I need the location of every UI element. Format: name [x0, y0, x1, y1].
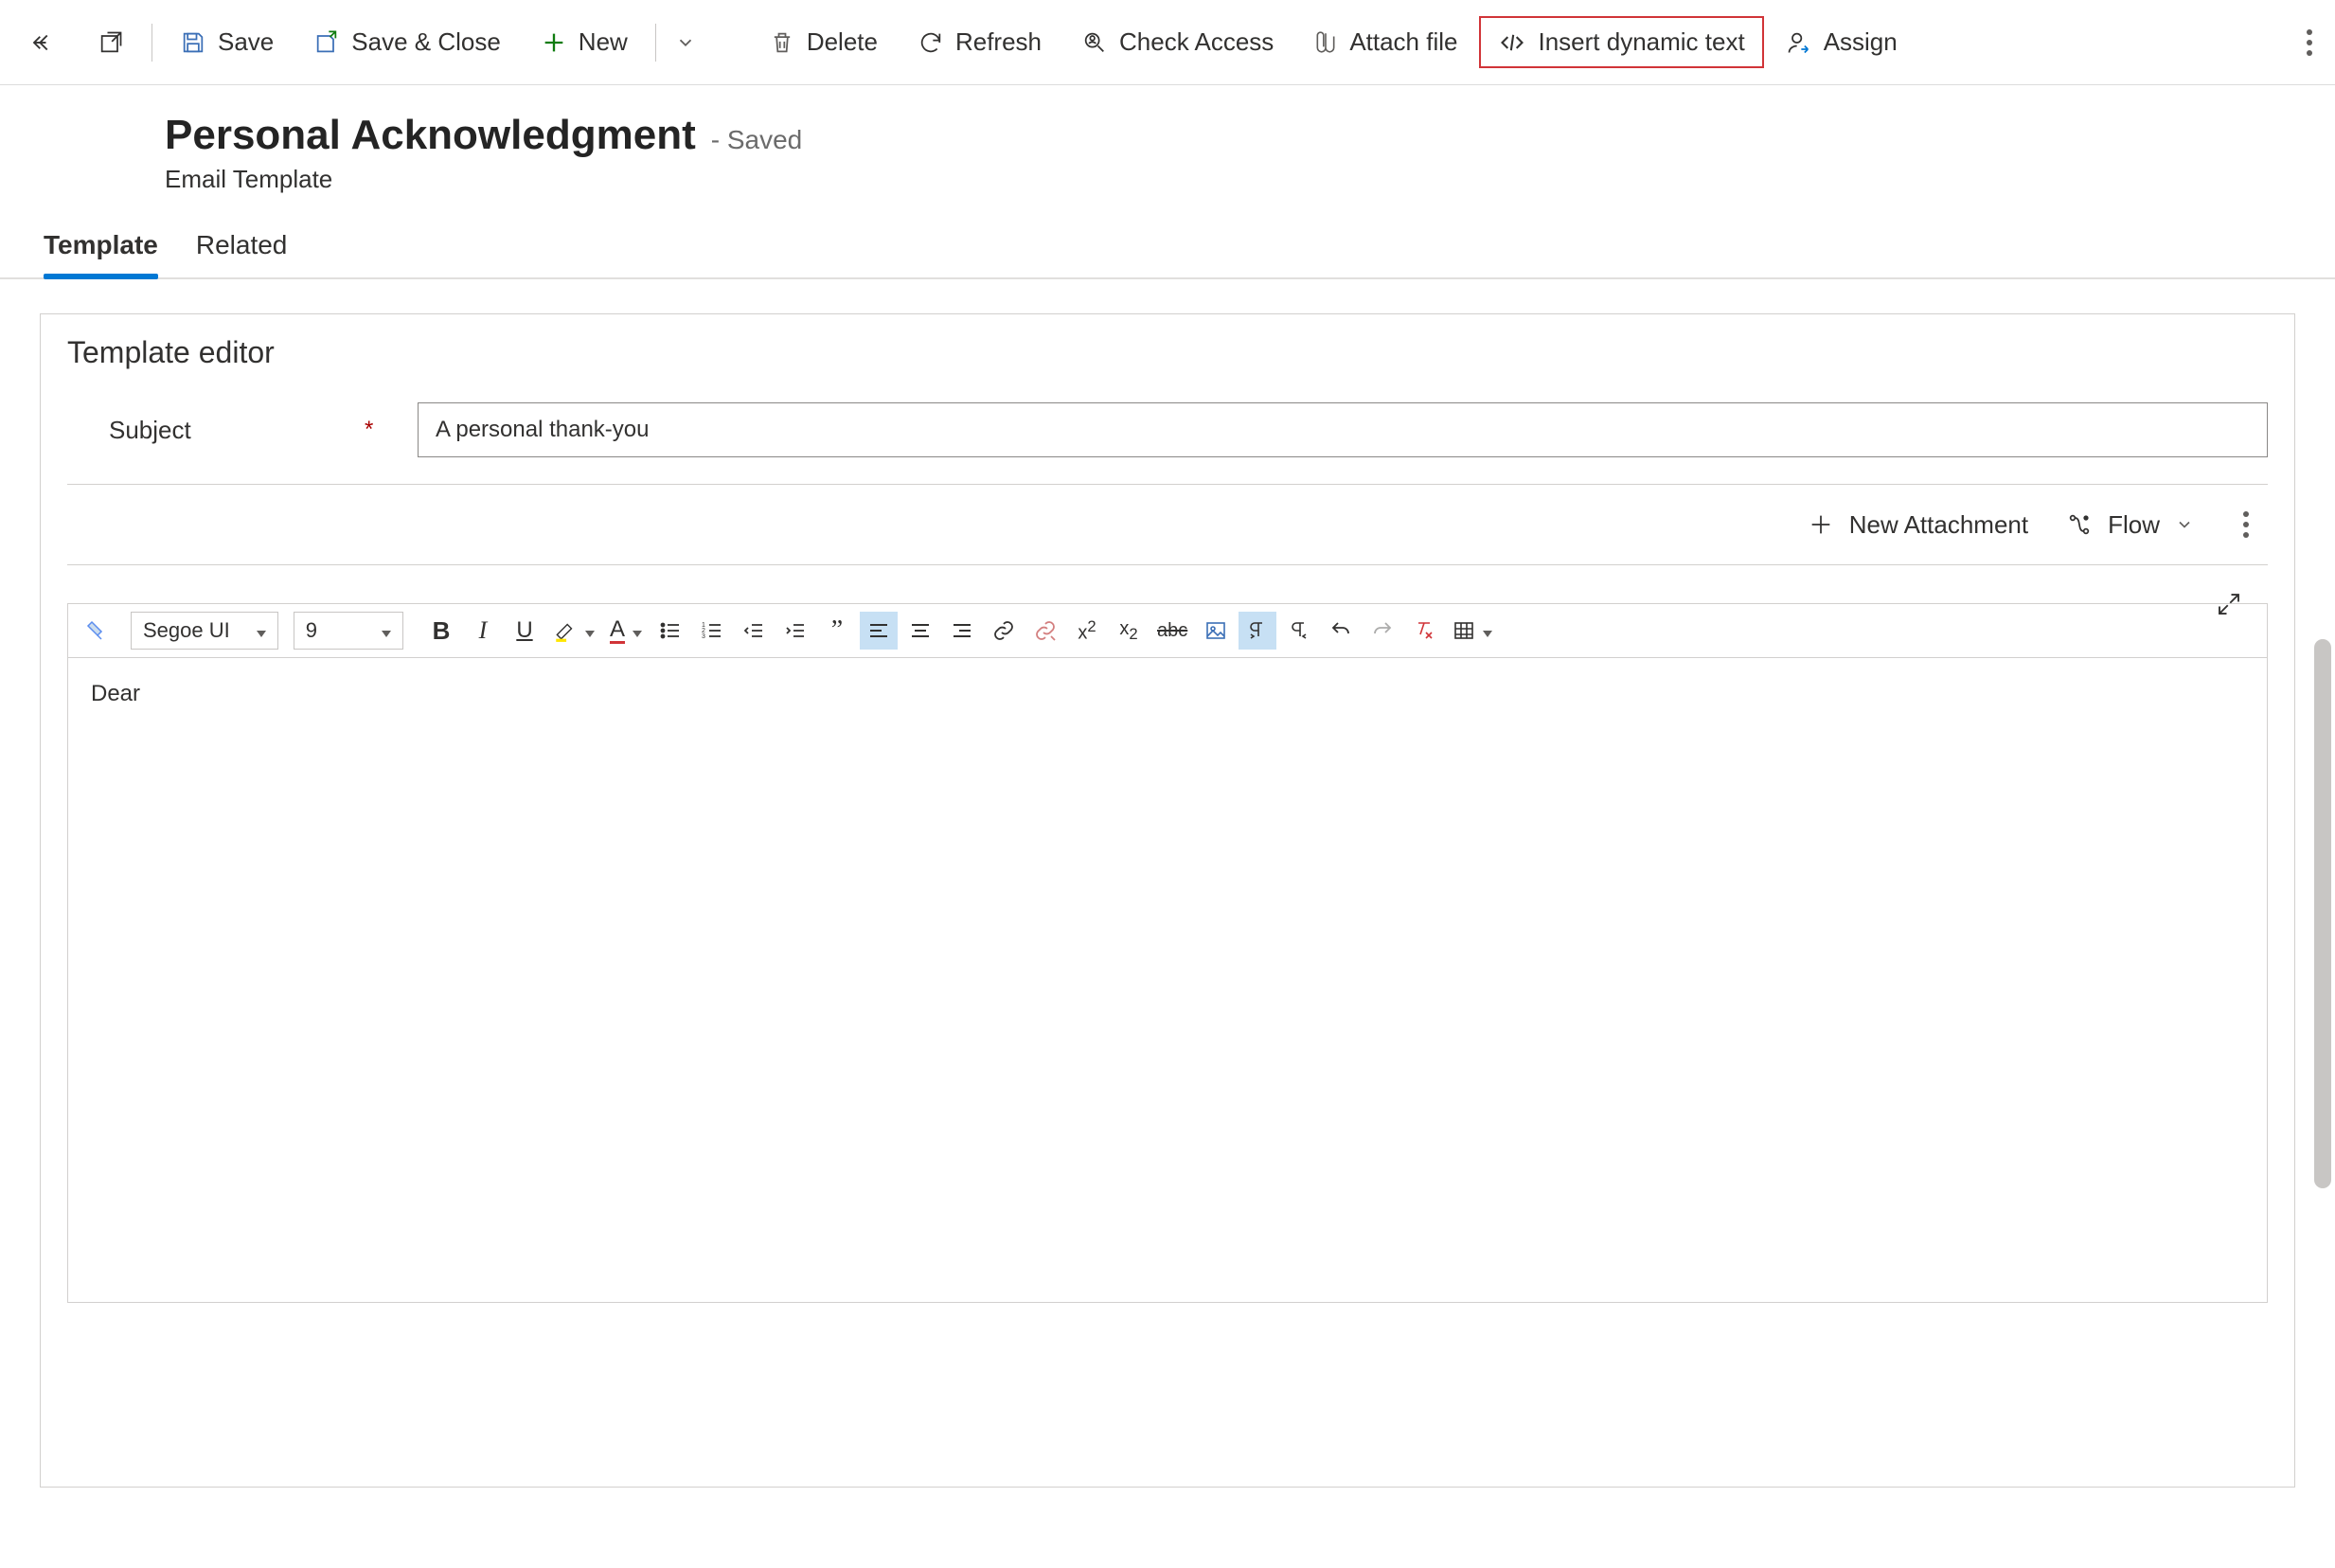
new-attachment-label: New Attachment — [1849, 510, 2028, 540]
code-icon — [1498, 29, 1526, 56]
subject-field-row: Subject * — [67, 393, 2268, 485]
unlink-button[interactable] — [1026, 612, 1064, 650]
back-arrow-icon — [29, 28, 58, 57]
flow-icon — [2066, 511, 2093, 538]
clear-format-button[interactable] — [1405, 612, 1443, 650]
attach-file-button[interactable]: Attach file — [1295, 17, 1475, 67]
assign-label: Assign — [1824, 27, 1898, 57]
new-button[interactable]: New — [523, 17, 646, 67]
save-status: - Saved — [711, 125, 803, 155]
flow-label: Flow — [2108, 510, 2160, 540]
delete-label: Delete — [807, 27, 878, 57]
subject-label: Subject — [109, 416, 346, 445]
delete-button[interactable]: Delete — [751, 17, 896, 67]
font-size-select[interactable]: 9 — [294, 612, 403, 650]
font-color-button[interactable]: A — [604, 612, 648, 650]
template-editor-card: Template editor Subject * New Attachment… — [40, 313, 2295, 1488]
form-body: Template editor Subject * New Attachment… — [0, 279, 2335, 1522]
assign-icon — [1786, 29, 1812, 56]
popout-button[interactable] — [80, 19, 142, 66]
check-access-icon — [1081, 29, 1108, 56]
format-painter-button[interactable] — [78, 612, 116, 650]
new-dropdown[interactable] — [666, 27, 705, 59]
new-attachment-button[interactable]: New Attachment — [1808, 510, 2028, 540]
plus-icon — [1808, 511, 1834, 538]
ltr-button[interactable] — [1239, 612, 1276, 650]
redo-button[interactable] — [1364, 612, 1401, 650]
refresh-label: Refresh — [955, 27, 1042, 57]
required-indicator: * — [365, 417, 399, 443]
editor-wrap: Segoe UI 9 B I U — [67, 565, 2268, 1303]
flow-button[interactable]: Flow — [2066, 510, 2194, 540]
underline-button[interactable]: U — [506, 612, 544, 650]
font-family-value: Segoe UI — [143, 618, 230, 643]
back-button[interactable] — [11, 18, 76, 67]
chevron-down-icon — [249, 618, 266, 643]
tab-template[interactable]: Template — [44, 230, 158, 277]
check-access-button[interactable]: Check Access — [1063, 17, 1292, 67]
save-button[interactable]: Save — [162, 17, 292, 67]
blockquote-button[interactable]: ” — [818, 612, 856, 650]
popout-icon — [98, 29, 124, 56]
number-list-button[interactable]: 123 — [693, 612, 731, 650]
bullet-list-button[interactable] — [651, 612, 689, 650]
save-icon — [180, 29, 206, 56]
entity-type: Email Template — [165, 165, 2291, 194]
align-center-button[interactable] — [901, 612, 939, 650]
align-right-button[interactable] — [943, 612, 981, 650]
image-button[interactable] — [1197, 612, 1235, 650]
attach-file-label: Attach file — [1349, 27, 1457, 57]
align-left-button[interactable] — [860, 612, 898, 650]
save-label: Save — [218, 27, 274, 57]
check-access-label: Check Access — [1119, 27, 1274, 57]
page-header: Personal Acknowledgment - Saved Email Te… — [0, 85, 2335, 202]
rtl-button[interactable] — [1280, 612, 1318, 650]
indent-button[interactable] — [776, 612, 814, 650]
save-close-button[interactable]: Save & Close — [295, 17, 519, 67]
undo-button[interactable] — [1322, 612, 1360, 650]
attachment-bar: New Attachment Flow — [67, 485, 2268, 565]
link-button[interactable] — [985, 612, 1023, 650]
font-size-value: 9 — [306, 618, 317, 643]
overflow-menu[interactable] — [2295, 24, 2324, 62]
table-button[interactable] — [1447, 612, 1498, 650]
attachment-overflow[interactable] — [2232, 506, 2260, 543]
command-bar: Save Save & Close New Delete Refresh Che… — [0, 0, 2335, 85]
expand-editor-button[interactable] — [2215, 590, 2243, 618]
outdent-button[interactable] — [735, 612, 773, 650]
refresh-icon — [918, 29, 944, 56]
subscript-button[interactable]: x2 — [1110, 612, 1148, 650]
editor-toolbar: Segoe UI 9 B I U — [68, 604, 2267, 658]
font-family-select[interactable]: Segoe UI — [131, 612, 278, 650]
subject-input[interactable] — [418, 402, 2268, 457]
tab-related[interactable]: Related — [196, 230, 288, 277]
bold-button[interactable]: B — [422, 612, 460, 650]
chevron-down-icon — [374, 618, 391, 643]
italic-button[interactable]: I — [464, 612, 502, 650]
insert-dynamic-text-button[interactable]: Insert dynamic text — [1479, 16, 1763, 68]
divider — [655, 24, 656, 62]
trash-icon — [769, 29, 795, 56]
section-title: Template editor — [67, 335, 2268, 370]
editor-body[interactable]: Dear — [68, 658, 2267, 1302]
new-label: New — [579, 27, 628, 57]
superscript-button[interactable]: x2 — [1068, 612, 1106, 650]
strikethrough-button[interactable]: abc — [1151, 612, 1193, 650]
chevron-down-icon — [2175, 515, 2194, 534]
svg-text:3: 3 — [702, 633, 705, 640]
save-close-label: Save & Close — [351, 27, 501, 57]
rich-text-editor: Segoe UI 9 B I U — [67, 603, 2268, 1303]
assign-button[interactable]: Assign — [1768, 17, 1916, 67]
plus-icon — [541, 29, 567, 56]
highlight-button[interactable] — [547, 612, 600, 650]
tab-list: Template Related — [0, 202, 2335, 279]
body-text: Dear — [91, 681, 140, 706]
save-close-icon — [313, 29, 340, 56]
scrollbar[interactable] — [2314, 639, 2331, 1188]
insert-dynamic-label: Insert dynamic text — [1538, 27, 1744, 57]
paperclip-icon — [1313, 28, 1338, 57]
refresh-button[interactable]: Refresh — [900, 17, 1060, 67]
page-title: Personal Acknowledgment — [165, 112, 696, 159]
